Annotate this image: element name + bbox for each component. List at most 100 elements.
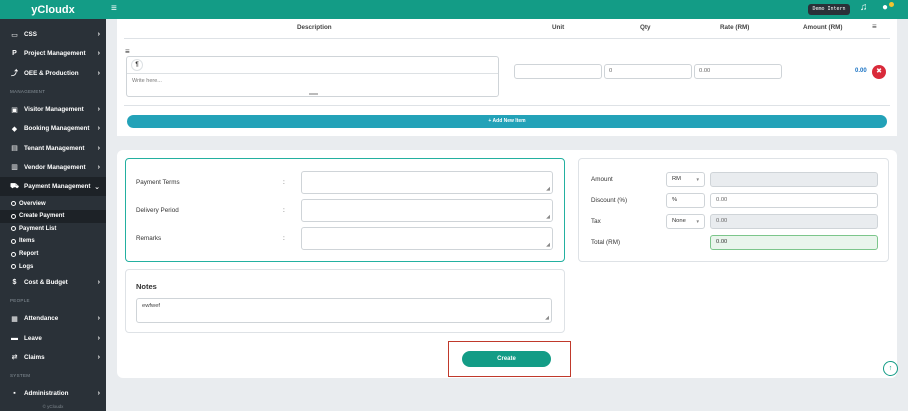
arrow-up-icon[interactable]: ↑ [883, 361, 898, 376]
monitor-icon: ▭ [11, 31, 18, 39]
vendor-card-icon: ▥ [11, 164, 18, 172]
sidebar-item-tenant-management[interactable]: ▤ Tenant Management › [0, 138, 106, 157]
status-dot [889, 2, 894, 7]
chevron-right-icon: › [97, 144, 100, 152]
subitem-payment-list[interactable]: Payment List [0, 223, 106, 236]
remarks-input[interactable]: ◢ [301, 227, 553, 250]
notes-input[interactable]: ewfwef ◢ [136, 298, 552, 323]
sidebar-item-label: Attendance [24, 315, 59, 323]
editor-placeholder[interactable]: Write here... [132, 78, 162, 84]
chevron-down-icon: ⌄ [94, 183, 100, 191]
column-menu-icon[interactable]: ≡ [872, 22, 877, 31]
col-header-qty: Qty [640, 24, 651, 31]
sidebar-item-label: Visitor Management [24, 106, 84, 114]
editor-menu-icon[interactable]: ≡ [125, 47, 130, 56]
chevron-right-icon: › [97, 69, 100, 77]
create-button[interactable]: Create [462, 351, 551, 367]
tag-icon: ◆ [11, 125, 18, 133]
tax-value: None [672, 218, 686, 224]
chart-line-icon: ⤴ [11, 70, 18, 78]
delete-row-button[interactable]: ✖ [872, 65, 886, 79]
col-header-amount: Amount (RM) [803, 24, 843, 31]
divider [124, 38, 890, 39]
currency-select[interactable]: RM ▼ [666, 172, 705, 187]
sidebar-item-css[interactable]: ▭ CSS › [0, 25, 106, 44]
chevron-right-icon: › [97, 106, 100, 114]
sidebar-item-attendance[interactable]: ▦ Attendance › [0, 309, 106, 328]
sidebar-item-booking-management[interactable]: ◆ Booking Management › [0, 119, 106, 138]
circle-icon [11, 213, 16, 219]
tax-label: Tax [591, 218, 601, 225]
col-header-description: Description [297, 24, 332, 31]
amount-field [710, 172, 878, 187]
notes-title: Notes [136, 282, 157, 291]
sidebar-item-label: Administration [24, 390, 69, 398]
colon: : [283, 207, 285, 214]
terms-panel: Payment Terms : ◢ Delivery Period : ◢ Re… [125, 158, 565, 262]
subitem-items[interactable]: Items [0, 235, 106, 248]
sidebar-item-vendor-management[interactable]: ▥ Vendor Management › [0, 158, 106, 177]
sidebar-item-visitor-management[interactable]: ▣ Visitor Management › [0, 100, 106, 119]
circle-icon [11, 264, 16, 270]
sidebar-item-label: Project Management [24, 50, 86, 58]
unit-input[interactable] [514, 64, 602, 79]
discount-input[interactable]: 0.00 [710, 193, 878, 208]
summary-panel: Amount RM ▼ Discount (%) % 0.00 Tax None ▼… [578, 158, 889, 262]
rate-input[interactable]: 0.00 [694, 64, 782, 79]
topbar: ≡ Demo Intern ♫ ● [106, 0, 908, 19]
sidebar-item-project-management[interactable]: P Project Management › [0, 44, 106, 63]
colon: : [283, 179, 285, 186]
total-label: Total (RM) [591, 239, 621, 246]
caret-down-icon: ▼ [695, 219, 700, 224]
hamburger-icon[interactable]: ≡ [111, 3, 117, 15]
bell-icon[interactable]: ♫ [860, 2, 868, 13]
chevron-right-icon: › [97, 163, 100, 171]
sidebar-item-leave[interactable]: ▬ Leave › [0, 329, 106, 348]
resize-handle[interactable] [309, 93, 318, 95]
admin-icon: ▪ [13, 390, 16, 398]
resize-grip-icon[interactable]: ◢ [546, 242, 550, 248]
cart-icon: ⛟ [10, 183, 19, 191]
subitem-overview[interactable]: Overview [0, 197, 106, 210]
id-card-icon: ▣ [11, 106, 18, 114]
tax-select[interactable]: None ▼ [666, 214, 705, 229]
row-amount: 0.00 [855, 68, 867, 74]
dollar-icon: $ [12, 279, 17, 287]
sidebar-item-claims[interactable]: ⇄ Claims › [0, 348, 106, 367]
payment-terms-label: Payment Terms [136, 179, 180, 186]
payment-terms-input[interactable]: ◢ [301, 171, 553, 194]
discount-label: Discount (%) [591, 197, 628, 204]
qty-input[interactable]: 0 [604, 64, 692, 79]
sidebar-item-label: CSS [24, 31, 37, 39]
circle-icon [11, 238, 16, 244]
sidebar-item-cost-budget[interactable]: $ Cost & Budget › [0, 273, 106, 292]
subitem-report[interactable]: Report [0, 248, 106, 261]
add-new-item-button[interactable]: + Add New Item [127, 115, 887, 128]
subitem-logs[interactable]: Logs [0, 260, 106, 273]
paragraph-icon[interactable]: ¶ [131, 59, 143, 71]
divider [124, 105, 890, 106]
resize-grip-icon[interactable]: ◢ [545, 315, 549, 321]
total-field: 0.00 [710, 235, 878, 250]
subitem-label: Items [19, 238, 35, 245]
description-editor[interactable]: ¶ Write here... [126, 56, 499, 97]
sidebar-item-payment-management[interactable]: ⛟ Payment Management ⌄ [0, 177, 106, 197]
sidebar: yCloudx ▭ CSS › P Project Management › ⤴… [0, 0, 106, 411]
divider [127, 73, 498, 74]
subitem-create-payment[interactable]: Create Payment [0, 209, 106, 223]
chevron-right-icon: › [97, 315, 100, 323]
col-header-rate: Rate (RM) [720, 24, 750, 31]
user-badge: Demo Intern [808, 4, 850, 15]
brand-logo[interactable]: yCloudx [0, 0, 106, 19]
sidebar-item-administration[interactable]: ▪ Administration › [0, 384, 106, 403]
resize-grip-icon[interactable]: ◢ [546, 186, 550, 192]
user-icon[interactable]: ● [882, 2, 888, 13]
caret-down-icon: ▼ [695, 177, 700, 182]
sidebar-item-label: Cost & Budget [24, 279, 68, 287]
sidebar-item-oee-production[interactable]: ⤴ OEE & Production › [0, 64, 106, 83]
section-management: MANAGEMENT [10, 88, 46, 94]
chevron-right-icon: › [97, 353, 100, 361]
amount-label: Amount [591, 176, 613, 183]
delivery-period-input[interactable]: ◢ [301, 199, 553, 222]
resize-grip-icon[interactable]: ◢ [546, 214, 550, 220]
